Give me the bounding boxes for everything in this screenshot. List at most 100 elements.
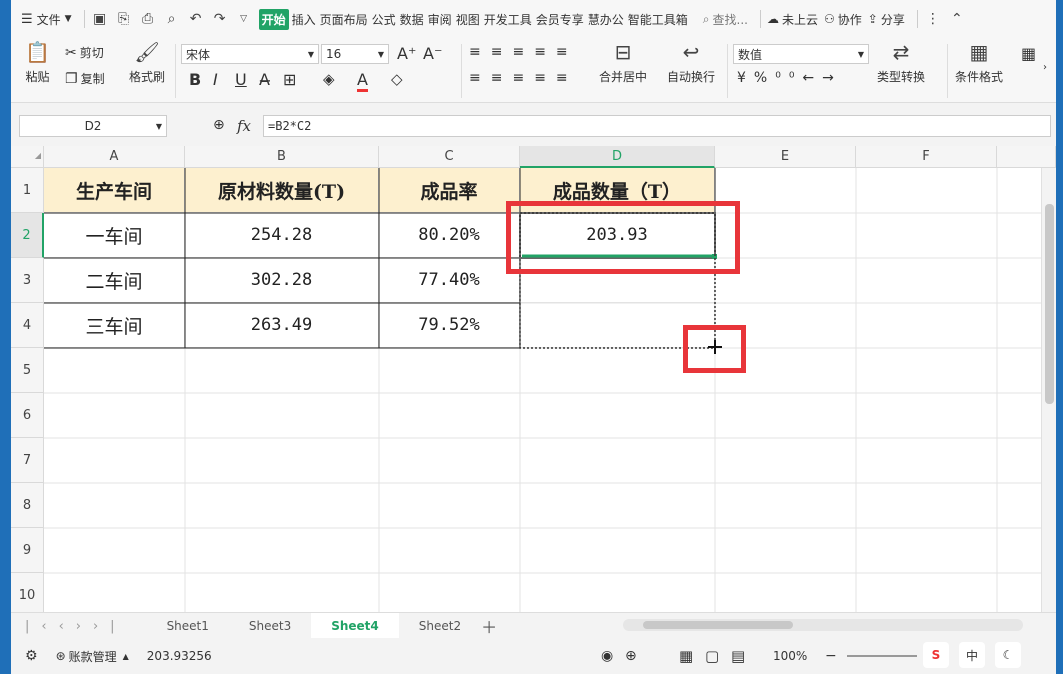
export-icon[interactable]: ⎘ [115,10,133,28]
page-layout-view-icon[interactable]: ▢ [705,647,719,665]
tab-insert[interactable]: 插入 [291,11,317,28]
clear-format-icon[interactable]: ◇ [391,70,403,88]
eye-protection-icon[interactable]: ◉ [601,648,613,664]
italic-icon[interactable]: I [213,70,218,89]
ime-logo-icon: S [923,642,949,668]
cut-label: 剪切 [79,46,104,60]
zoom-slider[interactable] [847,655,917,657]
ime-mode-button[interactable]: 中 [959,642,985,668]
copy-button[interactable]: ❐ 复制 [65,70,105,87]
decrease-font-icon[interactable]: A⁻ [423,44,442,63]
copy-icon: ❐ [65,70,78,87]
merge-center-button[interactable]: ⊟ 合并居中 [599,42,647,85]
type-convert-label: 类型转换 [877,70,926,84]
share-icon: ⇪ [867,12,878,26]
add-sheet-icon[interactable]: ＋ [481,614,497,638]
format-painter-button[interactable]: 🖌 格式刷 [129,42,165,85]
redo-icon[interactable]: ↷ [211,10,229,28]
tab-home[interactable]: 开始 [258,8,289,30]
bold-icon[interactable]: B [189,70,201,89]
spreadsheet-window: ☰ 文件 ▼ ▣ ⎘ ⎙ ⌕ ↶ ↷ ▽ 开始 插入 页面布局 公式 数据 审阅… [11,0,1056,674]
type-convert-button[interactable]: ⇄ 类型转换 [877,42,925,85]
quick-access-dropdown-icon[interactable]: ▽ [235,10,253,28]
tab-member[interactable]: 会员专享 [535,11,585,28]
sheet-nav-icons[interactable]: |‹‹››| [25,619,127,634]
horizontal-scrollbar-thumb[interactable] [643,621,793,629]
number-format-icons[interactable]: ¥%⁰⁰←→ [737,70,842,86]
merge-icon: ⊟ [614,40,632,64]
sheet-tab-sheet4[interactable]: Sheet4 [311,613,399,639]
tab-review[interactable]: 审阅 [427,11,453,28]
underline-icon[interactable]: U [235,70,247,89]
font-name-value: 宋体 [186,47,211,62]
moon-icon[interactable]: ☾ [995,642,1021,668]
zoom-out-icon[interactable]: − [825,648,837,664]
font-name-select[interactable]: 宋体 ▼ [181,44,319,64]
collab-button[interactable]: ⚇ 协作 [824,11,862,28]
undo-icon[interactable]: ↶ [187,10,205,28]
status-bar: ⚙ ⊛ 账款管理 ▲ 203.93256 ◉ ⊕ ▦ ▢ ▤ 100% − S … [11,638,1056,674]
sheet-tab-sheet1[interactable]: Sheet1 [147,613,229,639]
share-button[interactable]: ⇪ 分享 [868,11,905,28]
borders-icon[interactable]: ⊞ [283,70,296,89]
tab-data[interactable]: 数据 [399,11,425,28]
name-box[interactable]: D2 ▼ [19,115,167,137]
file-menu[interactable]: ☰ 文件 ▼ [21,11,72,28]
chevron-down-icon: ▼ [307,49,314,59]
vertical-scrollbar-thumb[interactable] [1045,204,1054,404]
print-preview-icon[interactable]: ⌕ [163,10,181,28]
menu-bar: ☰ 文件 ▼ ▣ ⎘ ⎙ ⌕ ↶ ↷ ▽ 开始 插入 页面布局 公式 数据 审阅… [11,0,1056,38]
zoom-level[interactable]: 100% [773,649,807,663]
increase-font-icon[interactable]: A⁺ [397,44,416,63]
collapse-ribbon-icon[interactable]: ⌃ [948,10,966,28]
chevron-up-icon: ▲ [122,651,129,661]
wrap-label: 自动换行 [667,70,716,84]
vertical-align-icons[interactable]: ≡≡≡≡≡ [469,44,578,60]
collab-label: 协作 [837,12,862,27]
font-color-icon[interactable]: A [357,70,368,92]
tab-developer[interactable]: 开发工具 [483,11,533,28]
zoom-formula-icon[interactable]: ⊕ [213,117,225,133]
macro-icon[interactable]: ⚙ [25,648,38,664]
number-format-select[interactable]: 数值 ▼ [733,44,869,64]
search-box[interactable]: ⌕ 查找... [703,11,748,28]
tab-toolbox[interactable]: 智能工具箱 [627,11,689,28]
copy-label: 复制 [80,72,105,86]
strikethrough-icon[interactable]: A̶ [259,70,270,89]
vertical-scrollbar[interactable] [1041,168,1056,612]
font-size-select[interactable]: 16 ▼ [321,44,389,64]
fill-color-icon[interactable]: ◈ [323,70,335,88]
tab-page-layout[interactable]: 页面布局 [319,11,369,28]
formula-value: =B2*C2 [268,119,312,133]
horizontal-align-icons[interactable]: ≡≡≡≡≡ [469,70,578,86]
paste-button[interactable]: 📋 粘贴 [25,42,50,85]
sum-value: 203.93256 [146,649,212,663]
tab-smart-office[interactable]: 慧办公 [587,11,625,28]
print-icon[interactable]: ⎙ [139,10,157,28]
save-icon[interactable]: ▣ [91,10,109,28]
conditional-format-button[interactable]: ▦ 条件格式 [955,42,1003,85]
tab-formulas[interactable]: 公式 [371,11,397,28]
layout-icon[interactable]: ⊕ [625,648,637,664]
tab-view[interactable]: 视图 [455,11,481,28]
cloud-status-button[interactable]: ☁ 未上云 [767,11,818,28]
page-break-view-icon[interactable]: ▤ [731,647,745,665]
more-icon[interactable]: ⋮ [924,10,942,28]
person-icon: ⚇ [823,12,835,26]
fx-icon[interactable]: fx [237,117,251,135]
horizontal-scrollbar[interactable] [623,619,1023,631]
more-ribbon-icon[interactable]: ▦ [1021,44,1036,63]
sheet-tab-sheet2[interactable]: Sheet2 [399,613,481,639]
chevron-down-icon: ▼ [857,49,864,59]
account-management-button[interactable]: ⊛ 账款管理 ▲ [56,648,129,665]
chevron-down-icon: ▼ [64,14,72,24]
normal-view-icon[interactable]: ▦ [679,647,693,665]
scroll-right-icon[interactable]: › [1043,62,1047,73]
chevron-down-icon: ▼ [155,121,162,131]
wrap-text-button[interactable]: ↩ 自动换行 [667,42,715,85]
cut-button[interactable]: ✂ 剪切 [65,44,104,61]
merge-label: 合并居中 [599,70,648,84]
formula-input[interactable]: =B2*C2 [263,115,1051,137]
chevron-down-icon: ▼ [377,49,384,59]
sheet-tab-sheet3[interactable]: Sheet3 [229,613,311,639]
